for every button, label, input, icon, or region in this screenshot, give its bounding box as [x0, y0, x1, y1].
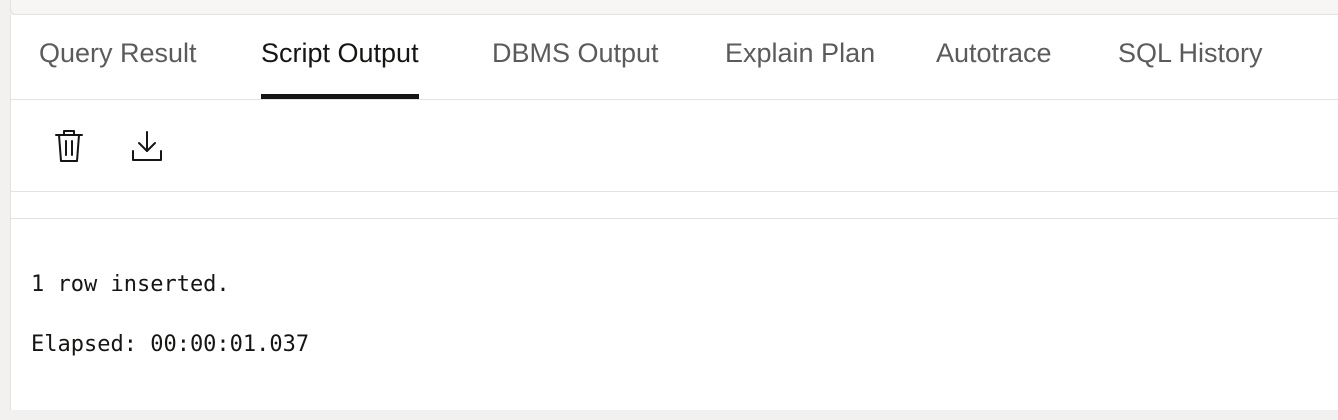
output-panel: Query Result Script Output DBMS Output E…	[10, 15, 1338, 410]
download-icon	[132, 131, 162, 161]
clear-output-button[interactable]	[49, 126, 89, 166]
tab-autotrace[interactable]: Autotrace	[936, 37, 1052, 99]
output-line: 1 row inserted.	[31, 272, 230, 297]
output-toolbar	[11, 100, 1338, 192]
tab-bar: Query Result Script Output DBMS Output E…	[11, 15, 1338, 100]
top-strip	[10, 0, 1338, 15]
script-output-text: 1 row inserted. Elapsed: 00:00:01.037	[31, 270, 309, 360]
tab-script-output[interactable]: Script Output	[261, 37, 419, 99]
tab-explain-plan[interactable]: Explain Plan	[725, 37, 875, 99]
divider	[11, 218, 1338, 219]
download-output-button[interactable]	[127, 126, 167, 166]
tab-sql-history[interactable]: SQL History	[1118, 37, 1263, 99]
trash-icon	[55, 130, 83, 162]
output-line: Elapsed: 00:00:01.037	[31, 332, 310, 357]
tab-query-result[interactable]: Query Result	[39, 37, 197, 99]
tab-dbms-output[interactable]: DBMS Output	[492, 37, 659, 99]
